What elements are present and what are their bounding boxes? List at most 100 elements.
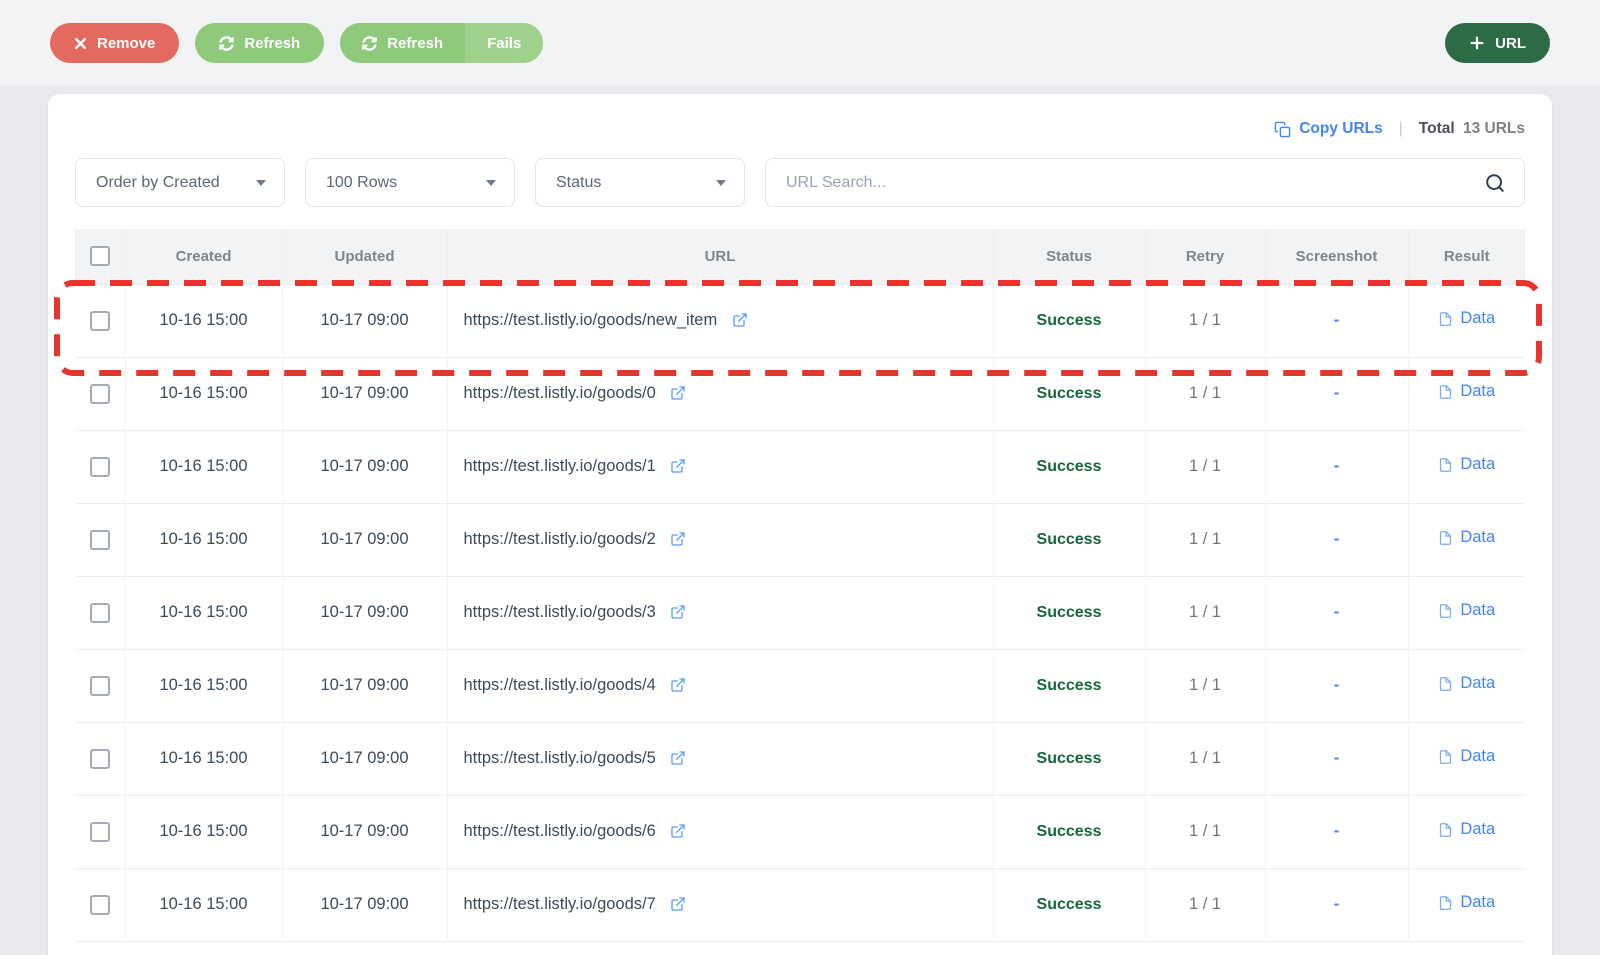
result-label: Data [1460, 309, 1496, 328]
external-link-icon[interactable] [670, 604, 686, 620]
row-checkbox-cell [75, 283, 126, 357]
chevron-down-icon [716, 179, 726, 186]
status-label: Success [1036, 604, 1102, 621]
created-cell: 10-16 15:00 [125, 648, 283, 722]
order-by-select[interactable]: Order by Created [75, 158, 285, 207]
row-checkbox[interactable] [89, 675, 110, 696]
copy-urls-button[interactable]: Copy URLs [1274, 120, 1383, 138]
result-label: Data [1460, 747, 1496, 766]
row-checkbox[interactable] [89, 602, 110, 623]
screenshot-value: - [1333, 895, 1340, 913]
file-icon [1440, 603, 1452, 618]
header-checkbox-cell [75, 229, 125, 284]
row-checkbox[interactable] [89, 821, 110, 842]
result-data-link[interactable]: Data [1438, 309, 1495, 328]
refresh-fails-refresh-segment[interactable]: Refresh [340, 23, 465, 63]
screenshot-cell: - [1265, 867, 1409, 942]
url-cell: https://test.listly.io/goods/4 [447, 648, 994, 722]
retry-cell: 1 / 1 [1145, 429, 1266, 503]
retry-cell: 1 / 1 [1145, 867, 1266, 942]
result-cell: Data [1408, 356, 1525, 430]
screenshot-value: - [1333, 676, 1340, 694]
refresh-button[interactable]: Refresh [195, 23, 325, 63]
screenshot-value: - [1333, 457, 1340, 475]
url-search-box [765, 158, 1525, 207]
url-text: https://test.listly.io/goods/1 [463, 457, 656, 475]
row-checkbox-cell [75, 648, 126, 722]
external-link-icon[interactable] [670, 531, 686, 547]
external-link-icon[interactable] [670, 677, 686, 693]
row-checkbox-cell [75, 794, 126, 868]
header-retry: Retry [1145, 229, 1265, 284]
external-link-icon[interactable] [670, 385, 686, 401]
result-data-link[interactable]: Data [1438, 820, 1495, 839]
rows-per-page-select[interactable]: 100 Rows [305, 158, 515, 207]
screenshot-value: - [1333, 822, 1340, 840]
status-cell: Success [993, 283, 1146, 357]
top-toolbar: Remove Refresh Refresh Fails URL [0, 0, 1600, 86]
order-by-value: Order by Created [96, 173, 220, 191]
row-checkbox[interactable] [89, 529, 110, 550]
url-cell: https://test.listly.io/goods/7 [447, 867, 994, 942]
card-top-bar: Copy URLs | Total 13 URLs [48, 94, 1552, 138]
add-url-button-label: URL [1495, 34, 1526, 52]
result-data-link[interactable]: Data [1438, 455, 1495, 474]
row-checkbox[interactable] [89, 894, 110, 915]
row-checkbox-cell [75, 356, 126, 430]
header-screenshot: Screenshot [1265, 229, 1408, 284]
retry-cell: 1 / 1 [1145, 721, 1266, 795]
created-cell: 10-16 15:00 [125, 575, 283, 649]
file-icon [1440, 384, 1452, 399]
select-all-checkbox[interactable] [89, 246, 110, 267]
remove-button[interactable]: Remove [50, 23, 180, 63]
screenshot-cell: - [1265, 648, 1409, 722]
status-select[interactable]: Status [535, 158, 745, 207]
add-url-button[interactable]: URL [1445, 23, 1550, 63]
external-link-icon[interactable] [670, 896, 686, 912]
updated-cell: 10-17 09:00 [282, 794, 448, 868]
external-link-icon[interactable] [670, 458, 686, 474]
result-data-link[interactable]: Data [1438, 382, 1495, 401]
refresh-fails-fails-segment[interactable]: Fails [465, 23, 544, 63]
status-cell: Success [993, 721, 1146, 795]
retry-cell: 1 / 1 [1145, 794, 1266, 868]
search-icon[interactable] [1484, 172, 1506, 194]
retry-value: 1 / 1 [1188, 895, 1222, 913]
result-label: Data [1460, 382, 1496, 401]
created-cell: 10-16 15:00 [125, 429, 283, 503]
file-icon [1440, 895, 1452, 910]
file-icon [1440, 676, 1452, 691]
result-data-link[interactable]: Data [1438, 528, 1495, 547]
row-checkbox[interactable] [89, 456, 110, 477]
screenshot-cell: - [1265, 721, 1409, 795]
status-cell: Success [993, 502, 1146, 576]
status-label: Success [1036, 750, 1102, 767]
retry-cell: 1 / 1 [1145, 648, 1266, 722]
external-link-icon[interactable] [732, 312, 748, 328]
result-label: Data [1460, 674, 1496, 693]
refresh-icon [362, 35, 377, 51]
url-cell: https://test.listly.io/goods/3 [447, 575, 994, 649]
header-url: URL [447, 229, 993, 284]
url-cell: https://test.listly.io/goods/new_item [447, 283, 994, 357]
row-checkbox[interactable] [89, 748, 110, 769]
row-checkbox-cell [75, 502, 126, 576]
chevron-down-icon [486, 179, 496, 186]
row-checkbox[interactable] [89, 383, 110, 404]
external-link-icon[interactable] [670, 750, 686, 766]
url-cell: https://test.listly.io/goods/5 [447, 721, 994, 795]
result-cell: Data [1408, 575, 1525, 649]
result-data-link[interactable]: Data [1438, 601, 1495, 620]
result-label: Data [1460, 820, 1496, 839]
result-data-link[interactable]: Data [1438, 747, 1495, 766]
url-search-input[interactable] [786, 173, 1484, 192]
row-checkbox[interactable] [89, 310, 110, 331]
file-icon [1440, 311, 1452, 326]
result-data-link[interactable]: Data [1438, 674, 1495, 693]
created-value: 10-16 15:00 [159, 311, 248, 329]
updated-value: 10-17 09:00 [320, 311, 409, 329]
result-data-link[interactable]: Data [1438, 893, 1495, 912]
updated-cell: 10-17 09:00 [282, 867, 448, 942]
row-checkbox-cell [75, 575, 126, 649]
external-link-icon[interactable] [670, 823, 686, 839]
